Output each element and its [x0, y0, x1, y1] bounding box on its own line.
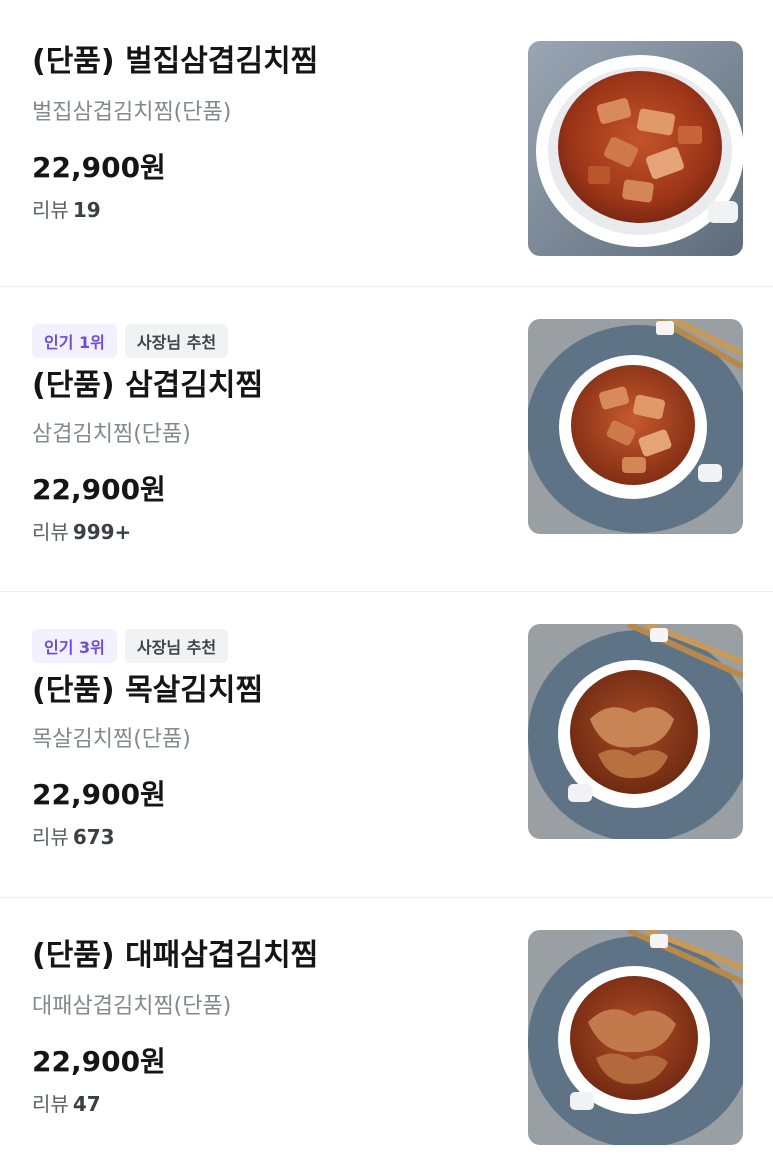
menu-item-name: (단품) 벌집삼겹김치찜 [32, 44, 319, 79]
badge-row: 인기 3위 사장님 추천 [32, 629, 502, 663]
menu-item-price: 22,900원 [32, 151, 166, 184]
menu-item-name: (단품) 삼겹김치찜 [32, 368, 264, 403]
popularity-badge: 인기 1위 [32, 324, 117, 358]
menu-item-samgyeop[interactable]: 인기 1위 사장님 추천 (단품) 삼겹김치찜 삼겹김치찜(단품) 22,900… [0, 287, 773, 592]
review-count: 47 [72, 1092, 101, 1116]
dish-photo-icon [528, 930, 743, 1145]
menu-item-info: 인기 3위 사장님 추천 (단품) 목살김치찜 목살김치찜(단품) 22,900… [32, 629, 502, 851]
menu-item-daepae-samgyeop[interactable]: (단품) 대패삼겹김치찜 대패삼겹김치찜(단품) 22,900원 리뷰 47 [0, 898, 773, 1174]
review-label: 리뷰 [32, 1092, 69, 1116]
menu-item-photo[interactable] [528, 624, 743, 839]
review-label: 리뷰 [32, 520, 69, 544]
menu-item-name: (단품) 목살김치찜 [32, 673, 264, 708]
menu-item-price: 22,900원 [32, 778, 166, 811]
menu-item-review: 리뷰 47 [32, 1090, 502, 1118]
menu-item-description: 대패삼겹김치찜(단품) [32, 994, 232, 1019]
review-count: 999+ [72, 520, 132, 544]
menu-item-description: 삼겹김치찜(단품) [32, 422, 191, 447]
menu-list: (단품) 벌집삼겹김치찜 벌집삼겹김치찜(단품) 22,900원 리뷰 19 인… [0, 0, 773, 1174]
menu-item-review: 리뷰 673 [32, 823, 502, 851]
menu-item-description: 목살김치찜(단품) [32, 727, 191, 752]
dish-photo-icon [528, 624, 743, 839]
dish-photo-icon [528, 319, 743, 534]
menu-item-photo[interactable] [528, 41, 743, 256]
menu-item-price: 22,900원 [32, 1045, 166, 1078]
menu-item-info: (단품) 대패삼겹김치찜 대패삼겹김치찜(단품) 22,900원 리뷰 47 [32, 936, 502, 1118]
menu-item-review: 리뷰 999+ [32, 518, 502, 546]
menu-item-review: 리뷰 19 [32, 196, 502, 224]
review-label: 리뷰 [32, 198, 69, 222]
menu-item-description: 벌집삼겹김치찜(단품) [32, 100, 232, 125]
review-count: 673 [72, 825, 115, 849]
menu-item-moksal[interactable]: 인기 3위 사장님 추천 (단품) 목살김치찜 목살김치찜(단품) 22,900… [0, 592, 773, 898]
menu-item-name: (단품) 대패삼겹김치찜 [32, 938, 319, 973]
menu-item-info: (단품) 벌집삼겹김치찜 벌집삼겹김치찜(단품) 22,900원 리뷰 19 [32, 42, 502, 224]
owner-recommend-badge: 사장님 추천 [124, 629, 229, 663]
menu-item-info: 인기 1위 사장님 추천 (단품) 삼겹김치찜 삼겹김치찜(단품) 22,900… [32, 324, 502, 546]
review-label: 리뷰 [32, 825, 69, 849]
owner-recommend-badge: 사장님 추천 [124, 324, 229, 358]
dish-photo-icon [528, 41, 743, 256]
review-count: 19 [72, 198, 101, 222]
menu-item-price: 22,900원 [32, 473, 166, 506]
menu-item-beoljip-samgyeop[interactable]: (단품) 벌집삼겹김치찜 벌집삼겹김치찜(단품) 22,900원 리뷰 19 [0, 0, 773, 287]
badge-row: 인기 1위 사장님 추천 [32, 324, 502, 358]
popularity-badge: 인기 3위 [32, 629, 117, 663]
menu-item-photo[interactable] [528, 930, 743, 1145]
menu-item-photo[interactable] [528, 319, 743, 534]
